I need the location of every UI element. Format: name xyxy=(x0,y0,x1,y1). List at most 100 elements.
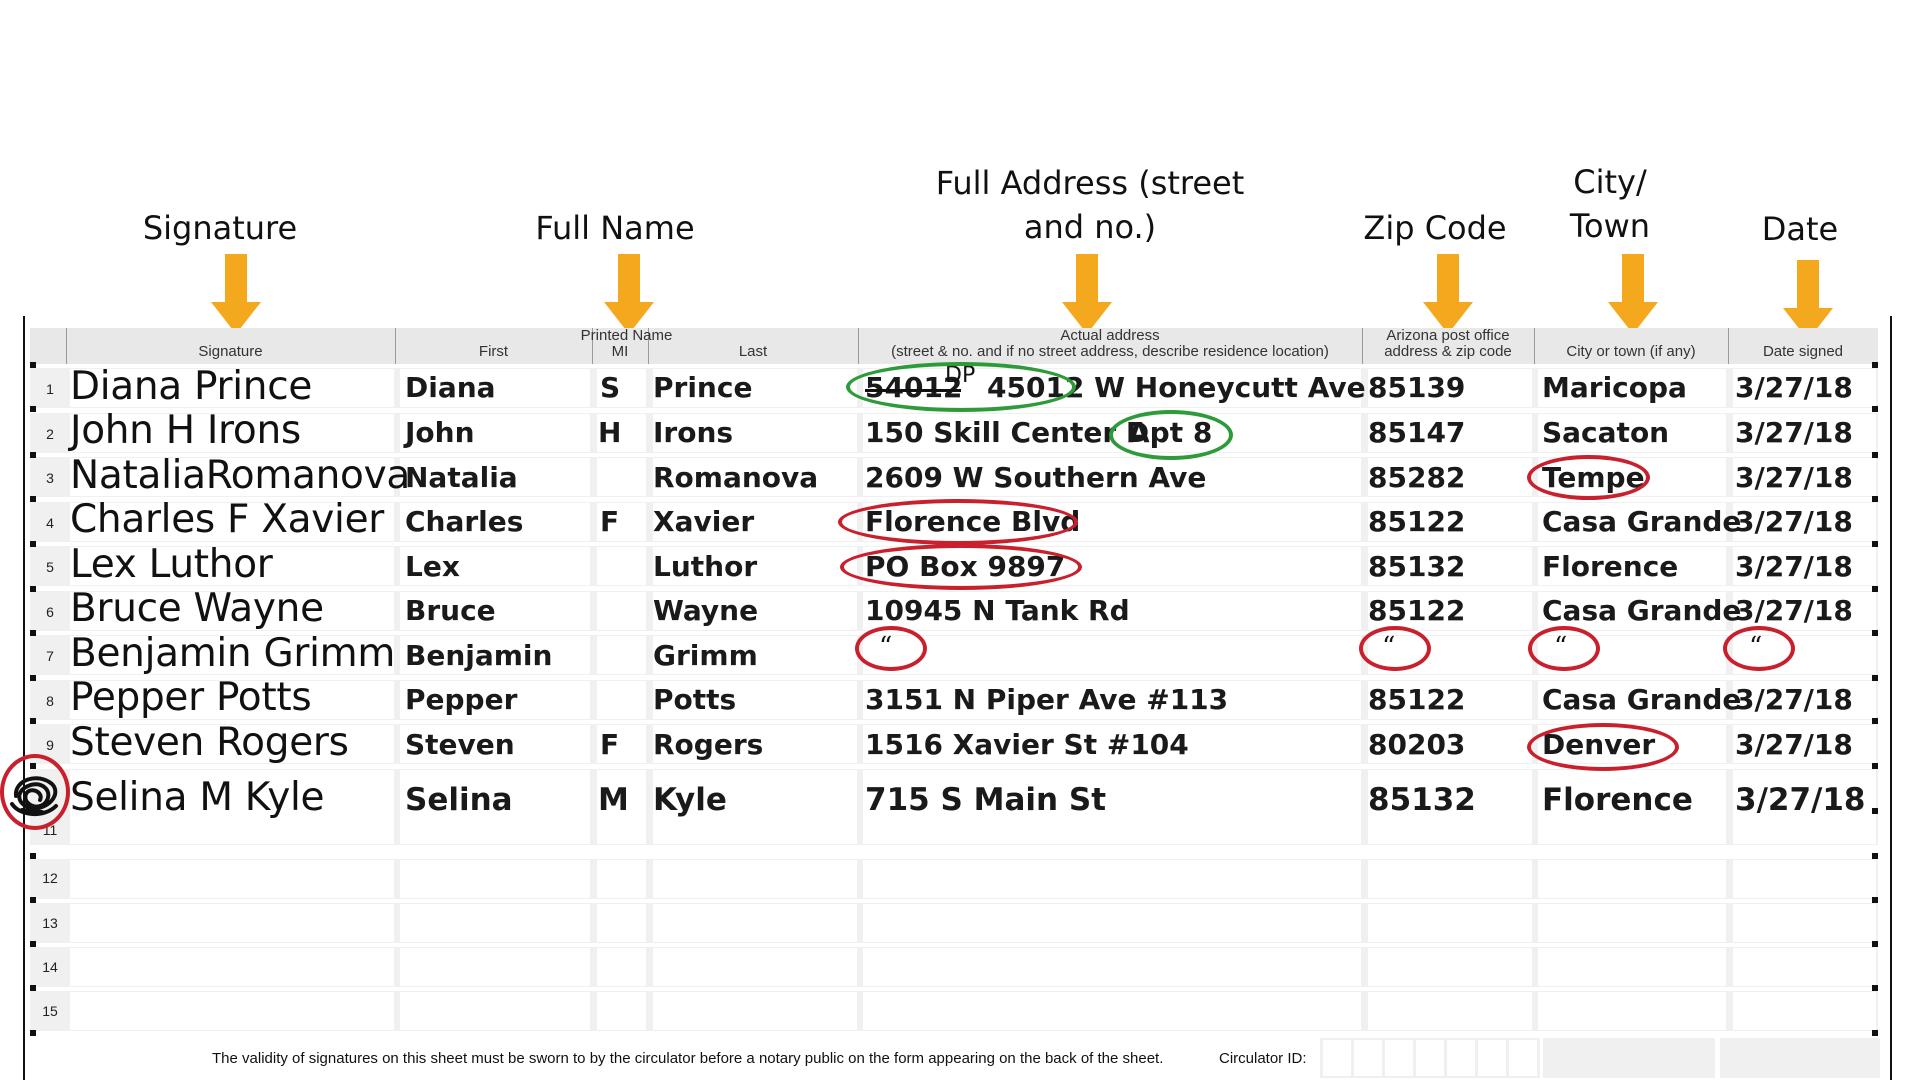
row-number: 15 xyxy=(42,1003,58,1019)
signature-cell: John H Irons xyxy=(70,408,301,453)
annotation-full-name: Full Name xyxy=(535,209,695,247)
table-cell xyxy=(653,904,857,942)
edge-tick xyxy=(1872,1030,1878,1036)
circulator-id-digit[interactable] xyxy=(1478,1040,1506,1076)
circulator-id-digit[interactable] xyxy=(1509,1040,1537,1076)
signature-cell: Lex Luthor xyxy=(70,542,273,587)
row-number: 13 xyxy=(42,915,58,931)
error-circle xyxy=(1359,626,1431,671)
table-cell xyxy=(1368,904,1532,942)
edge-tick xyxy=(30,406,36,412)
signature-cell: Pepper Potts xyxy=(70,675,312,720)
table-cell xyxy=(597,458,646,496)
first-name-cell: Steven xyxy=(405,728,515,761)
signature-cell: NataliaRomanova xyxy=(70,453,410,498)
last-name-cell: Potts xyxy=(653,683,737,716)
table-cell xyxy=(597,592,646,630)
table-cell xyxy=(653,948,857,986)
first-name-cell: Diana xyxy=(405,371,496,404)
sheet-left-border xyxy=(23,316,25,1080)
error-circle xyxy=(1527,723,1679,771)
edge-tick xyxy=(1872,718,1878,724)
zip-cell: 85122 xyxy=(1368,683,1466,716)
city-cell: Sacaton xyxy=(1542,416,1670,449)
header-signature: Signature xyxy=(198,343,263,360)
date-cell: 3/27/18 xyxy=(1735,728,1853,761)
edge-tick xyxy=(30,718,36,724)
table-cell xyxy=(1538,860,1726,898)
row-number: 6 xyxy=(46,604,54,620)
last-name-cell: Xavier xyxy=(653,505,755,538)
circulator-id-digit[interactable] xyxy=(1416,1040,1444,1076)
header-printed-name: Printed Name xyxy=(580,327,673,344)
first-name-cell: Benjamin xyxy=(405,639,553,672)
edge-tick xyxy=(30,985,36,991)
edge-tick xyxy=(1872,496,1878,502)
table-cell xyxy=(70,904,394,942)
sheet-right-border xyxy=(1890,316,1892,1080)
annotation-city-town: City/ Town xyxy=(1540,160,1680,248)
footer-box xyxy=(1720,1038,1880,1078)
table-cell xyxy=(400,948,590,986)
footer-box xyxy=(1543,1038,1715,1078)
table-cell xyxy=(597,681,646,719)
table-cell xyxy=(70,948,394,986)
edge-tick xyxy=(1872,406,1878,412)
date-cell: 3/27/18 xyxy=(1735,416,1853,449)
edge-tick xyxy=(1872,675,1878,681)
mi-cell: S xyxy=(600,371,621,404)
annotation-full-address-line1: Full Address (street xyxy=(935,164,1245,202)
arrow-down-icon xyxy=(604,254,654,336)
edge-tick xyxy=(30,941,36,947)
table-cell xyxy=(597,904,646,942)
circulator-id-label: Circulator ID: xyxy=(1219,1050,1307,1067)
circulator-id-digit[interactable] xyxy=(1385,1040,1413,1076)
header-address-line1: Actual address xyxy=(1060,327,1160,344)
last-name-cell: Rogers xyxy=(653,728,764,761)
table-cell xyxy=(597,948,646,986)
header-city: City or town (if any) xyxy=(1566,343,1696,360)
zip-cell: 85122 xyxy=(1368,505,1466,538)
zip-cell: 85132 xyxy=(1368,782,1476,818)
circulator-id-digit[interactable] xyxy=(1323,1040,1351,1076)
table-cell xyxy=(70,860,394,898)
first-name-cell: Bruce xyxy=(405,594,496,627)
edge-tick xyxy=(30,362,36,368)
edge-tick xyxy=(30,897,36,903)
error-circle xyxy=(1527,455,1650,500)
row-number: 9 xyxy=(46,737,54,753)
table-cell xyxy=(597,547,646,585)
error-circle xyxy=(840,544,1082,590)
edge-tick xyxy=(30,541,36,547)
table-cell xyxy=(863,904,1361,942)
first-name-cell: Charles xyxy=(405,505,524,538)
header-last: Last xyxy=(738,343,768,360)
table-cell xyxy=(1733,948,1876,986)
edge-tick xyxy=(1872,853,1878,859)
zip-cell: 85147 xyxy=(1368,416,1466,449)
first-name-cell: Natalia xyxy=(405,461,518,494)
date-cell: 3/27/18 xyxy=(1735,550,1853,583)
table-cell xyxy=(1538,948,1726,986)
edge-tick xyxy=(30,496,36,502)
header-date: Date signed xyxy=(1762,343,1844,360)
table-cell xyxy=(597,992,646,1030)
circulator-id-digit[interactable] xyxy=(1447,1040,1475,1076)
table-cell xyxy=(1538,992,1726,1030)
table-cell xyxy=(1538,904,1726,942)
edge-tick xyxy=(1872,941,1878,947)
table-cell xyxy=(863,636,1361,674)
annotation-zip-code: Zip Code xyxy=(1363,209,1507,247)
arrow-down-icon xyxy=(211,254,261,336)
date-cell: 3/27/18 xyxy=(1735,371,1853,404)
circulator-id-digit[interactable] xyxy=(1354,1040,1382,1076)
first-name-cell: Lex xyxy=(405,550,460,583)
row-number: 2 xyxy=(46,426,54,442)
table-cell xyxy=(597,636,646,674)
row-number: 1 xyxy=(46,381,54,397)
last-name-cell: Luthor xyxy=(653,550,758,583)
row-number: 4 xyxy=(46,515,54,531)
table-cell xyxy=(863,992,1361,1030)
edge-tick xyxy=(1872,586,1878,592)
ok-circle xyxy=(1109,410,1233,460)
